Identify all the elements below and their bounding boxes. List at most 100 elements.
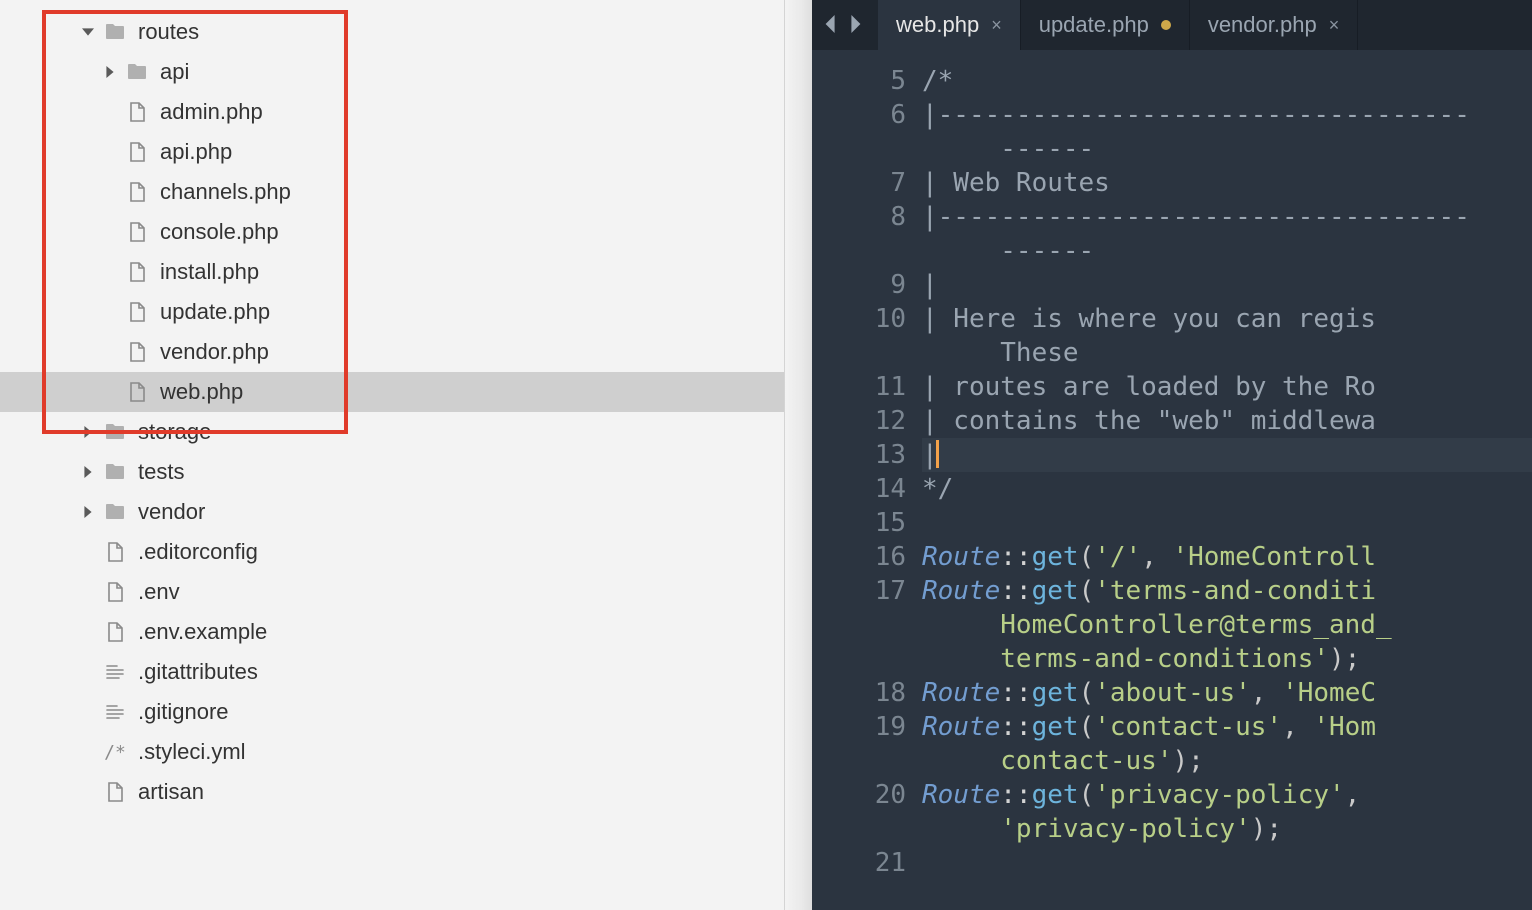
tree-file-install-php[interactable]: install.php	[0, 252, 812, 292]
editor-tab-update-php[interactable]: update.php	[1021, 0, 1190, 50]
tree-folder-tests[interactable]: tests	[0, 452, 812, 492]
code-line[interactable]: Route::get('about-us', 'HomeC	[922, 676, 1532, 710]
tab-label: update.php	[1039, 12, 1149, 38]
tree-item-label: artisan	[138, 779, 204, 805]
editor-tab-web-php[interactable]: web.php×	[878, 0, 1021, 50]
close-icon[interactable]: ×	[1329, 15, 1340, 36]
tree-file--env-example[interactable]: .env.example	[0, 612, 812, 652]
file-icon	[100, 537, 130, 567]
code-line-wrap[interactable]: ------	[922, 132, 1532, 166]
tree-item-label: .gitignore	[138, 699, 229, 725]
folder-icon	[100, 17, 130, 47]
tree-item-label: api	[160, 59, 189, 85]
tree-file-channels-php[interactable]: channels.php	[0, 172, 812, 212]
editor-tab-vendor-php[interactable]: vendor.php ×	[1190, 0, 1358, 50]
tree-item-label: .styleci.yml	[138, 739, 246, 765]
tree-item-label: .editorconfig	[138, 539, 258, 565]
code-line[interactable]: | Web Routes	[922, 166, 1532, 200]
tree-folder-storage[interactable]: storage	[0, 412, 812, 452]
code-line-wrap[interactable]: ------	[922, 234, 1532, 268]
tree-file-update-php[interactable]: update.php	[0, 292, 812, 332]
code-line[interactable]	[922, 846, 1532, 880]
code-line[interactable]: | routes are loaded by the Ro	[922, 370, 1532, 404]
code-line[interactable]: | Here is where you can regis	[922, 302, 1532, 336]
tree-file--env[interactable]: .env	[0, 572, 812, 612]
file-icon	[100, 577, 130, 607]
lines-icon	[100, 697, 130, 727]
tree-file--styleci-yml[interactable]: /*.styleci.yml	[0, 732, 812, 772]
file-icon	[122, 137, 152, 167]
chevron-right-icon[interactable]	[78, 462, 98, 482]
file-icon	[122, 257, 152, 287]
code-line[interactable]: |	[922, 268, 1532, 302]
code-line[interactable]: | contains the "web" middlewa	[922, 404, 1532, 438]
close-icon[interactable]: ×	[991, 15, 1002, 36]
tab-history-back-icon[interactable]	[822, 10, 840, 40]
tree-item-label: tests	[138, 459, 184, 485]
tree-folder-vendor[interactable]: vendor	[0, 492, 812, 532]
file-tree-sidebar: routes api admin.phpapi.php channels.php con…	[0, 0, 812, 910]
file-icon	[122, 337, 152, 367]
file-icon	[122, 97, 152, 127]
tree-file-web-php[interactable]: web.php	[0, 372, 812, 412]
file-icon	[122, 297, 152, 327]
code-line-wrap[interactable]: terms-and-conditions');	[922, 642, 1532, 676]
code-line[interactable]: Route::get('terms-and-conditi	[922, 574, 1532, 608]
tree-folder-routes[interactable]: routes	[0, 12, 812, 52]
tab-nav-controls	[812, 0, 878, 50]
file-icon	[122, 177, 152, 207]
tree-item-label: routes	[138, 19, 199, 45]
editor-body[interactable]: 56.78.910.11121314151617..1819.20.21 /*|…	[812, 50, 1532, 910]
file-icon	[122, 377, 152, 407]
file-icon	[100, 617, 130, 647]
file-icon	[122, 217, 152, 247]
code-line[interactable]: /*	[922, 64, 1532, 98]
editor-code-area[interactable]: /*|---------------------------------- --…	[922, 50, 1532, 910]
code-line-wrap[interactable]: HomeController@terms_and_	[922, 608, 1532, 642]
code-line-wrap[interactable]: contact-us');	[922, 744, 1532, 778]
tab-label: vendor.php	[1208, 12, 1317, 38]
chevron-down-icon[interactable]	[78, 22, 98, 42]
tree-file-vendor-php[interactable]: vendor.php	[0, 332, 812, 372]
code-line-wrap[interactable]: 'privacy-policy');	[922, 812, 1532, 846]
tree-item-label: .env.example	[138, 619, 267, 645]
tree-file-api-php[interactable]: api.php	[0, 132, 812, 172]
tree-file-artisan[interactable]: artisan	[0, 772, 812, 812]
tree-item-label: web.php	[160, 379, 243, 405]
tree-item-label: channels.php	[160, 179, 291, 205]
tab-history-forward-icon[interactable]	[846, 10, 864, 40]
tree-item-label: storage	[138, 419, 211, 445]
editor-pane: web.php× update.php vendor.php × 56.78.910.…	[812, 0, 1532, 910]
chevron-right-icon[interactable]	[78, 502, 98, 522]
dirty-indicator-icon	[1161, 20, 1171, 30]
tree-folder-api[interactable]: api	[0, 52, 812, 92]
code-line[interactable]: |	[922, 438, 1532, 472]
tree-file-console-php[interactable]: console.php	[0, 212, 812, 252]
code-line[interactable]: */	[922, 472, 1532, 506]
tree-file--gitignore[interactable]: .gitignore	[0, 692, 812, 732]
editor-tab-bar: web.php× update.php vendor.php ×	[812, 0, 1532, 50]
folder-icon	[122, 57, 152, 87]
chevron-right-icon[interactable]	[100, 62, 120, 82]
folder-icon	[100, 497, 130, 527]
code-line-wrap[interactable]: These	[922, 336, 1532, 370]
file-icon	[100, 777, 130, 807]
tree-file-admin-php[interactable]: admin.php	[0, 92, 812, 132]
lines-icon	[100, 657, 130, 687]
code-line[interactable]: |----------------------------------	[922, 98, 1532, 132]
tree-file--gitattributes[interactable]: .gitattributes	[0, 652, 812, 692]
editor-gutter: 56.78.910.11121314151617..1819.20.21	[812, 50, 922, 910]
sidebar-scrollbar[interactable]	[784, 0, 812, 910]
tree-item-label: install.php	[160, 259, 259, 285]
code-line[interactable]: Route::get('/', 'HomeControll	[922, 540, 1532, 574]
code-line[interactable]: |----------------------------------	[922, 200, 1532, 234]
tree-item-label: .env	[138, 579, 180, 605]
code-line[interactable]: Route::get('contact-us', 'Hom	[922, 710, 1532, 744]
folder-icon	[100, 417, 130, 447]
chevron-right-icon[interactable]	[78, 422, 98, 442]
code-line[interactable]	[922, 506, 1532, 540]
tree-file--editorconfig[interactable]: .editorconfig	[0, 532, 812, 572]
tree-item-label: vendor	[138, 499, 205, 525]
code-line[interactable]: Route::get('privacy-policy',	[922, 778, 1532, 812]
tree-item-label: .gitattributes	[138, 659, 258, 685]
